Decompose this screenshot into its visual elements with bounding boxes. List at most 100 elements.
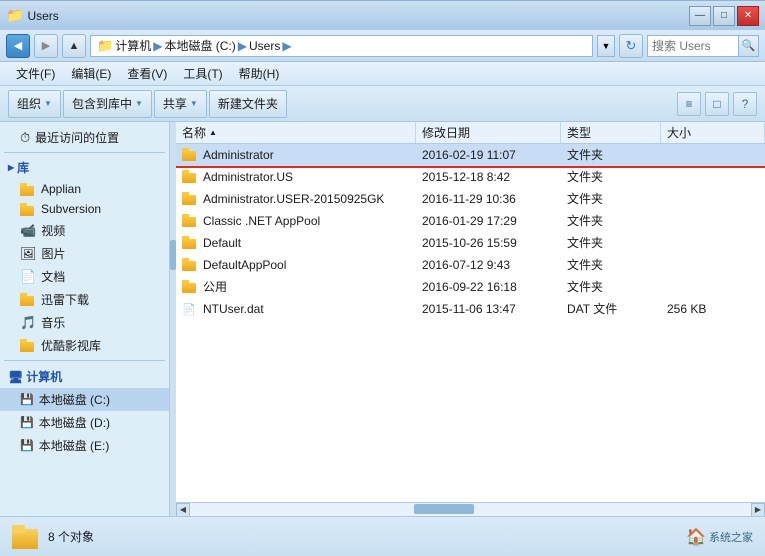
applian-folder-icon xyxy=(20,183,36,196)
file-date-7: 2015-11-06 13:47 xyxy=(416,302,561,316)
file-date-4: 2015-10-26 15:59 xyxy=(416,236,561,250)
include-library-button[interactable]: 包含到库中 ▼ xyxy=(63,90,152,118)
sidebar-item-youku[interactable]: 优酷影视库 xyxy=(0,334,169,357)
sidebar-item-music[interactable]: 🎵 音乐 xyxy=(0,311,169,334)
table-row[interactable]: Default 2015-10-26 15:59 文件夹 xyxy=(176,232,765,254)
dat-file-icon xyxy=(182,302,198,316)
file-date-1: 2015-12-18 8:42 xyxy=(416,170,561,184)
sidebar-item-xunlei[interactable]: 迅雷下载 xyxy=(0,288,169,311)
file-type-2: 文件夹 xyxy=(561,190,661,207)
file-size-7: 256 KB xyxy=(661,302,765,316)
menu-view[interactable]: 查看(V) xyxy=(119,63,175,84)
folder-icon-5 xyxy=(182,258,198,271)
scroll-track[interactable] xyxy=(190,503,751,516)
organize-button[interactable]: 组织 ▼ xyxy=(8,90,61,118)
status-logo: 🏠 系统之家 xyxy=(686,527,753,547)
search-input[interactable] xyxy=(648,36,738,56)
table-row[interactable]: Administrator 2016-02-19 11:07 文件夹 xyxy=(176,144,765,166)
file-name-administrator-us: Administrator.US xyxy=(176,170,416,184)
recent-icon: ⏱ xyxy=(20,130,30,146)
table-row[interactable]: Classic .NET AppPool 2016-01-29 17:29 文件… xyxy=(176,210,765,232)
file-list: Administrator 2016-02-19 11:07 文件夹 Admin… xyxy=(176,144,765,502)
col-header-size[interactable]: 大小 xyxy=(661,122,765,143)
sidebar-item-recent[interactable]: ⏱ 最近访问的位置 xyxy=(0,126,169,149)
menu-tools[interactable]: 工具(T) xyxy=(175,63,230,84)
table-row[interactable]: NTUser.dat 2015-11-06 13:47 DAT 文件 256 K… xyxy=(176,298,765,320)
refresh-button[interactable]: ↻ xyxy=(619,34,643,58)
documents-icon: 📄 xyxy=(20,269,36,285)
address-folder-icon: 📁 xyxy=(97,38,113,54)
table-row[interactable]: 公用 2016-09-22 16:18 文件夹 xyxy=(176,276,765,298)
menu-help[interactable]: 帮助(H) xyxy=(231,63,288,84)
back-button[interactable]: ◀ xyxy=(6,34,30,58)
sidebar-item-documents[interactable]: 📄 文档 xyxy=(0,265,169,288)
title-bar-title: Users xyxy=(27,9,58,23)
youku-folder-icon xyxy=(20,339,36,352)
administrator-folder-icon xyxy=(182,148,198,161)
address-path[interactable]: 📁 计算机 ▶ 本地磁盘 (C:) ▶ Users ▶ xyxy=(90,35,593,57)
address-trailing-sep: ▶ xyxy=(282,39,291,53)
search-button[interactable]: 🔍 xyxy=(738,36,758,56)
sidebar-item-subversion[interactable]: Subversion xyxy=(0,199,169,219)
file-type-3: 文件夹 xyxy=(561,212,661,229)
table-row[interactable]: Administrator.US 2015-12-18 8:42 文件夹 xyxy=(176,166,765,188)
file-type-4: 文件夹 xyxy=(561,234,661,251)
col-header-type[interactable]: 类型 xyxy=(561,122,661,143)
status-bar: 8 个对象 🏠 系统之家 xyxy=(0,516,765,556)
sidebar-computer-section: 🖥 计算机 💾 本地磁盘 (C:) 💾 本地磁盘 (D:) 💾 本地磁盘 (E:… xyxy=(0,365,169,457)
menu-file[interactable]: 文件(F) xyxy=(8,63,63,84)
sidebar-divider-1 xyxy=(4,152,165,153)
file-name-gongyong: 公用 xyxy=(176,278,416,295)
main-content: ⏱ 最近访问的位置 ▶ 库 Applian Subversion 📹 视频 xyxy=(0,122,765,516)
folder-icon-3 xyxy=(182,214,198,227)
close-button[interactable]: ✕ xyxy=(737,6,759,26)
sidebar-item-applian[interactable]: Applian xyxy=(0,179,169,199)
file-date-3: 2016-01-29 17:29 xyxy=(416,214,561,228)
h-scroll-thumb xyxy=(414,504,474,514)
minimize-button[interactable]: — xyxy=(689,6,711,26)
scroll-left-button[interactable]: ◀ xyxy=(176,503,190,517)
address-sep-2: ▶ xyxy=(238,39,247,53)
sidebar-library-header[interactable]: ▶ 库 xyxy=(0,156,169,179)
table-row[interactable]: Administrator.USER-20150925GK 2016-11-29… xyxy=(176,188,765,210)
sidebar: ⏱ 最近访问的位置 ▶ 库 Applian Subversion 📹 视频 xyxy=(0,122,170,516)
forward-button[interactable]: ▶ xyxy=(34,34,58,58)
sidebar-recent-section: ⏱ 最近访问的位置 xyxy=(0,126,169,149)
file-name-default: Default xyxy=(176,236,416,250)
sidebar-item-pictures[interactable]: 🖼 图片 xyxy=(0,242,169,265)
file-date-0: 2016-02-19 11:07 xyxy=(416,148,561,162)
preview-pane-button[interactable]: □ xyxy=(705,92,729,116)
maximize-button[interactable]: □ xyxy=(713,6,735,26)
address-dropdown[interactable]: ▼ xyxy=(597,35,615,57)
col-header-date[interactable]: 修改日期 xyxy=(416,122,561,143)
address-part-computer: 计算机 xyxy=(115,37,151,54)
scroll-right-button[interactable]: ▶ xyxy=(751,503,765,517)
address-bar: ◀ ▶ ▲ 📁 计算机 ▶ 本地磁盘 (C:) ▶ Users ▶ ▼ ↻ 🔍 xyxy=(0,30,765,62)
share-button[interactable]: 共享 ▼ xyxy=(154,90,207,118)
view-toggle-button[interactable]: ≡ xyxy=(677,92,701,116)
toolbar: 组织 ▼ 包含到库中 ▼ 共享 ▼ 新建文件夹 ≡ □ ? xyxy=(0,86,765,122)
folder-icon-1 xyxy=(182,170,198,183)
address-sep-1: ▶ xyxy=(153,39,162,53)
menu-edit[interactable]: 编辑(E) xyxy=(63,63,119,84)
status-folder-icon xyxy=(12,525,40,549)
sidebar-item-drive-d[interactable]: 💾 本地磁盘 (D:) xyxy=(0,411,169,434)
table-row[interactable]: DefaultAppPool 2016-07-12 9:43 文件夹 xyxy=(176,254,765,276)
horizontal-scrollbar: ◀ ▶ xyxy=(176,502,765,516)
search-box: 🔍 xyxy=(647,35,759,57)
sidebar-scrollbar[interactable] xyxy=(170,122,176,516)
xunlei-folder-icon xyxy=(20,293,36,306)
title-bar-left: 📁 Users xyxy=(6,7,59,24)
up-button[interactable]: ▲ xyxy=(62,34,86,58)
sidebar-library-section: ▶ 库 Applian Subversion 📹 视频 🖼 图片 📄 文档 xyxy=(0,156,169,357)
sidebar-item-video[interactable]: 📹 视频 xyxy=(0,219,169,242)
sidebar-item-drive-c[interactable]: 💾 本地磁盘 (C:) xyxy=(0,388,169,411)
file-type-1: 文件夹 xyxy=(561,168,661,185)
sidebar-divider-2 xyxy=(4,360,165,361)
new-folder-button[interactable]: 新建文件夹 xyxy=(209,90,287,118)
col-header-name[interactable]: 名称 ▲ xyxy=(176,122,416,143)
sidebar-computer-header[interactable]: 🖥 计算机 xyxy=(0,365,169,388)
help-button[interactable]: ? xyxy=(733,92,757,116)
sidebar-item-drive-e[interactable]: 💾 本地磁盘 (E:) xyxy=(0,434,169,457)
file-list-header: 名称 ▲ 修改日期 类型 大小 xyxy=(176,122,765,144)
